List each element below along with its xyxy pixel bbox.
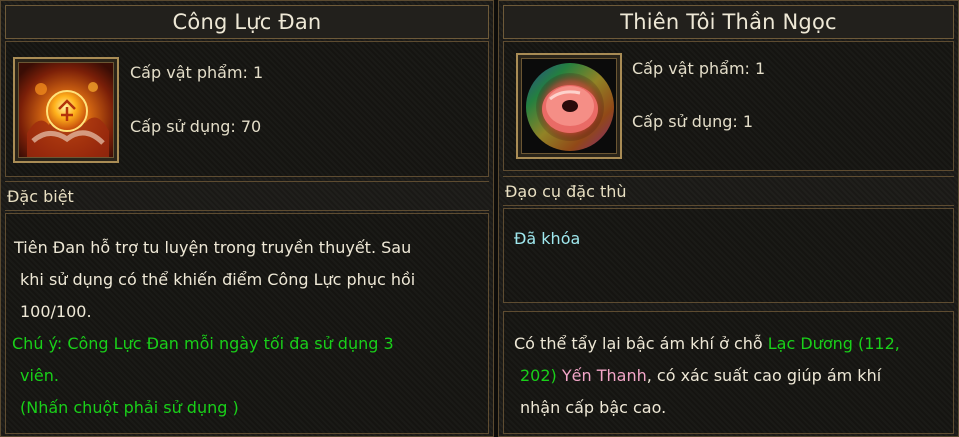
- description-line: khi sử dụng có thể khiến điểm Công Lực p…: [20, 270, 416, 289]
- item-category: Đặc biệt: [5, 181, 489, 211]
- item-tooltip-left: Công Lực Đan Cấp vật phẩm: 1 Cấp sử dụng…: [0, 0, 494, 437]
- usage-hint: (Nhấn chuột phải sử dụng ): [20, 398, 239, 417]
- description-line: Tiên Đan hỗ trợ tu luyện trong truyền th…: [14, 238, 412, 257]
- item-info-box: Cấp vật phẩm: 1 Cấp sử dụng: 70: [5, 41, 489, 177]
- use-level-text: Cấp sử dụng: 1: [632, 112, 754, 131]
- description-line: 202) Yến Thanh, có xác suất cao giúp ám …: [520, 360, 881, 392]
- location-text: 202): [520, 366, 557, 385]
- item-level-text: Cấp vật phẩm: 1: [632, 59, 766, 78]
- description-line: Có thể tẩy lại bậc ám khí ở chỗ Lạc Dươn…: [514, 328, 900, 360]
- usage-note: Chú ý: Công Lực Đan mỗi ngày tối đa sử d…: [12, 334, 394, 353]
- golden-pill-icon: [18, 62, 114, 158]
- item-name: Thiên Tôi Thần Ngọc: [503, 5, 954, 39]
- description-line: 100/100.: [20, 302, 92, 321]
- item-level-text: Cấp vật phẩm: 1: [130, 63, 264, 82]
- item-info-box: Cấp vật phẩm: 1 Cấp sử dụng: 1: [503, 41, 954, 171]
- description-text: , có xác suất cao giúp ám khí: [646, 366, 882, 385]
- category-label: Đặc biệt: [7, 186, 74, 206]
- item-icon-frame: [13, 57, 119, 163]
- usage-note: viên.: [20, 366, 59, 385]
- lock-status: Đã khóa: [514, 229, 581, 248]
- location-text: Lạc Dương (112,: [767, 334, 900, 353]
- description-text: Có thể tẩy lại bậc ám khí ở chỗ: [514, 334, 768, 353]
- item-icon-frame: [516, 53, 622, 159]
- item-description-box: Có thể tẩy lại bậc ám khí ở chỗ Lạc Dươn…: [503, 311, 954, 434]
- item-tooltip-right: Thiên Tôi Thần Ngọc Cấp vật phẩm: 1 Cấp …: [498, 0, 959, 437]
- npc-name: Yến Thanh: [561, 366, 647, 385]
- lock-status-box: Đã khóa: [503, 208, 954, 303]
- item-name: Công Lực Đan: [5, 5, 489, 39]
- item-category: Đạo cụ đặc thù: [503, 176, 954, 206]
- category-label: Đạo cụ đặc thù: [505, 181, 627, 201]
- use-level-text: Cấp sử dụng: 70: [130, 117, 262, 136]
- rainbow-jade-disc-icon: [521, 58, 617, 154]
- description-line: nhận cấp bậc cao.: [520, 398, 667, 417]
- item-description-box: Tiên Đan hỗ trợ tu luyện trong truyền th…: [5, 213, 489, 434]
